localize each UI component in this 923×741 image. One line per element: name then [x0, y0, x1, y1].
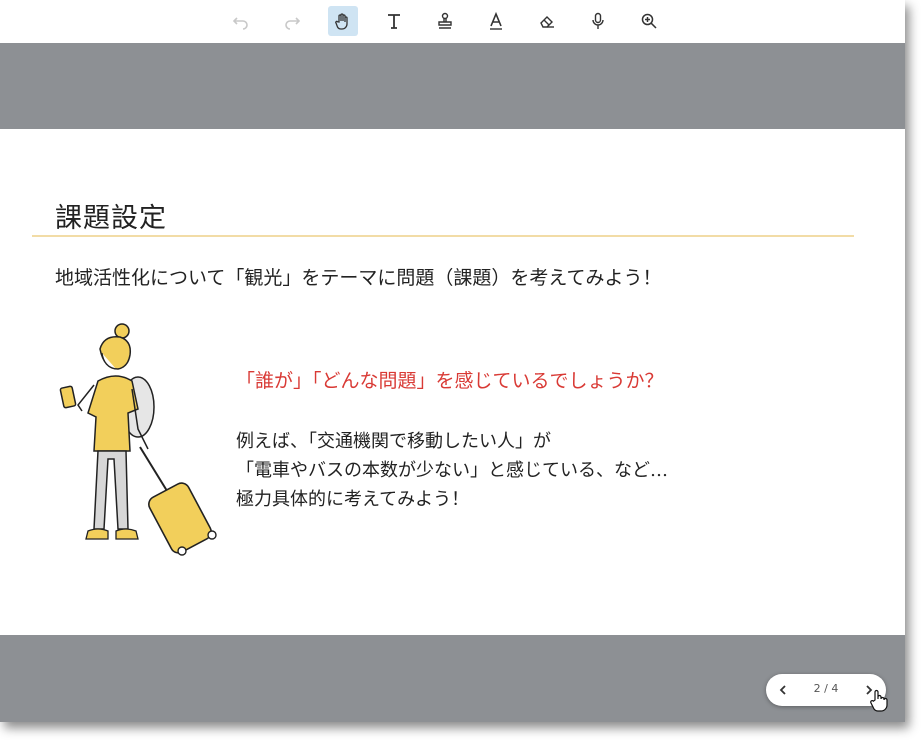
previous-page-button[interactable]	[768, 674, 798, 706]
highlighter-icon	[490, 11, 502, 30]
annotation-toolbar	[0, 0, 905, 43]
eraser-tool-button[interactable]	[532, 6, 562, 36]
stamp-tool-button[interactable]	[430, 6, 460, 36]
hand-tool-button[interactable]	[328, 6, 358, 36]
traveler-illustration	[59, 323, 217, 556]
hand-pan-icon	[335, 13, 348, 30]
microphone-tool-button[interactable]	[583, 6, 613, 36]
zoom-tool-button[interactable]	[634, 6, 664, 36]
redo-button[interactable]	[277, 6, 307, 36]
undo-icon	[232, 17, 248, 30]
slide-page: 課題設定 地域活性化について「観光」をテーマに問題（課題）を考えてみよう！ 「誰…	[0, 129, 905, 635]
microphone-icon	[592, 12, 604, 29]
highlighter-tool-button[interactable]	[481, 6, 511, 36]
undo-button[interactable]	[226, 6, 256, 36]
text-tool-button[interactable]	[379, 6, 409, 36]
page-counter: 2 / 4	[813, 682, 839, 695]
example-text: 例えば、「交通機関で移動したい人」が 「電車やバスの本数が少ない」と感じている、…	[236, 427, 668, 514]
slide-title: 課題設定	[55, 203, 167, 234]
example-line: 極力具体的に考えてみよう！	[236, 489, 470, 510]
eraser-icon	[540, 16, 554, 28]
viewer-window: 課題設定 地域活性化について「観光」をテーマに問題（課題）を考えてみよう！ 「誰…	[0, 0, 905, 722]
stamp-icon	[438, 12, 452, 29]
redo-icon	[285, 17, 301, 30]
zoom-icon	[641, 13, 657, 29]
example-line: 例えば、「交通機関で移動したい人」が	[236, 431, 551, 452]
hand-cursor-icon	[870, 689, 888, 712]
key-question: 「誰が」「どんな問題」を感じているでしょうか？	[236, 370, 664, 392]
viewer-backdrop-top	[0, 43, 905, 129]
slide-intro-text: 地域活性化について「観光」をテーマに問題（課題）を考えてみよう！	[55, 267, 662, 289]
chevron-left-icon	[779, 685, 786, 695]
text-icon	[388, 14, 400, 29]
title-underline	[32, 235, 854, 237]
example-line: 「電車やバスの本数が少ない」と感じている、など…	[236, 460, 668, 481]
